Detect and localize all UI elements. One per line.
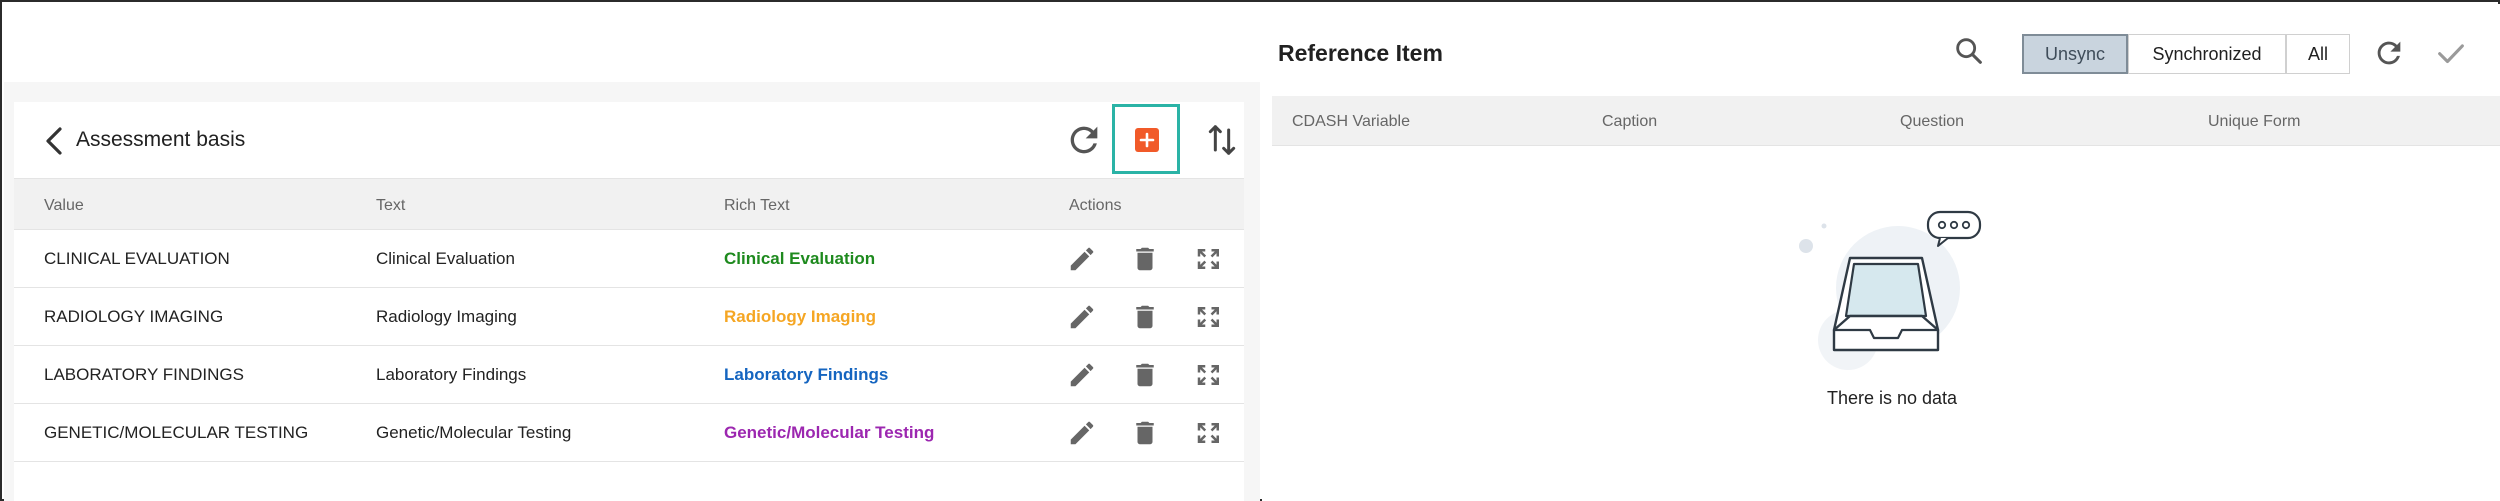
table-row: LABORATORY FINDINGS Laboratory Findings La… xyxy=(14,346,1244,404)
trash-icon[interactable] xyxy=(1130,244,1160,274)
column-header-rich-text[interactable]: Rich Text xyxy=(724,197,790,215)
pencil-icon[interactable] xyxy=(1067,418,1097,448)
cell-value-clinical-evaluation: CLINICAL EVALUATION xyxy=(44,249,230,268)
pencil-icon[interactable] xyxy=(1067,360,1097,390)
column-header-unique-form[interactable]: Unique Form xyxy=(2208,113,2300,131)
empty-state-message: There is no data xyxy=(1826,388,1958,408)
trash-icon[interactable] xyxy=(1130,418,1160,448)
expand-icon[interactable] xyxy=(1194,418,1224,448)
card-title: Assessment basis xyxy=(76,128,246,151)
card-header: Assessment basis xyxy=(14,102,1244,178)
reference-item-panel: Reference Item Unsync Synchronized All C… xyxy=(1262,4,2500,501)
filter-unsync-button[interactable]: Unsync xyxy=(2022,34,2128,74)
expand-icon[interactable] xyxy=(1194,360,1224,390)
column-header-question[interactable]: Question xyxy=(1900,113,1964,131)
column-header-cdash-variable[interactable]: CDASH Variable xyxy=(1292,113,1410,131)
search-icon[interactable] xyxy=(1952,34,1986,68)
cell-text: Laboratory Findings xyxy=(376,365,527,384)
filter-all-button[interactable]: All xyxy=(2286,34,2350,74)
cell-value-radiology-imaging: RADIOLOGY IMAGING xyxy=(44,307,224,326)
table-row: RADIOLOGY IMAGING Radiology Imaging Radiol… xyxy=(14,288,1244,346)
cell-rich-text: Clinical Evaluation xyxy=(724,249,876,268)
cell-rich-text: Radiology Imaging xyxy=(724,307,877,326)
column-header-value[interactable]: Value xyxy=(44,197,84,215)
cell-value-genetic-molecular-testing: GENETIC/MOLECULAR TESTING xyxy=(44,423,309,442)
table-row: CLINICAL EVALUATION Clinical Evaluation Cl… xyxy=(14,230,1244,288)
panel-title: Reference Item xyxy=(1278,40,1443,66)
column-header-actions: Actions xyxy=(1069,197,1122,214)
expand-icon[interactable] xyxy=(1194,244,1224,274)
check-icon[interactable] xyxy=(2434,36,2468,70)
reference-table-header: CDASH Variable Caption Question Unique F… xyxy=(1272,96,2500,146)
assessment-basis-card: Assessment basis Value Text Rich Text Ac… xyxy=(14,102,1244,501)
refresh-icon[interactable] xyxy=(2372,36,2406,70)
cell-value-laboratory-findings: LABORATORY FINDINGS xyxy=(44,365,244,384)
pencil-icon[interactable] xyxy=(1067,244,1097,274)
expand-icon[interactable] xyxy=(1194,302,1224,332)
empty-inbox-icon xyxy=(1799,210,1982,370)
cell-text: Clinical Evaluation xyxy=(376,249,515,268)
cell-rich-text: Genetic/Molecular Testing xyxy=(724,423,935,442)
sort-arrows-icon[interactable] xyxy=(1202,120,1242,160)
cell-text: Genetic/Molecular Testing xyxy=(376,423,572,442)
pencil-icon[interactable] xyxy=(1067,302,1097,332)
column-header-text[interactable]: Text xyxy=(376,197,405,215)
trash-icon[interactable] xyxy=(1130,302,1160,332)
cell-text: Radiology Imaging xyxy=(376,307,517,326)
table-header: Value Text Rich Text Actions xyxy=(14,178,1244,230)
cell-rich-text: Laboratory Findings xyxy=(724,365,889,384)
filter-synchronized-button[interactable]: Synchronized xyxy=(2128,34,2286,74)
refresh-icon[interactable] xyxy=(1064,120,1104,160)
add-box-icon xyxy=(1135,128,1159,152)
table-row: GENETIC/MOLECULAR TESTING Genetic/Molecul… xyxy=(14,404,1244,462)
column-header-caption[interactable]: Caption xyxy=(1602,113,1657,131)
app-frame: Assessment basis Value Text Rich Text Ac… xyxy=(0,0,2500,501)
add-item-button[interactable] xyxy=(1112,104,1180,174)
arrow-left-icon[interactable] xyxy=(36,122,76,160)
trash-icon[interactable] xyxy=(1130,360,1160,390)
